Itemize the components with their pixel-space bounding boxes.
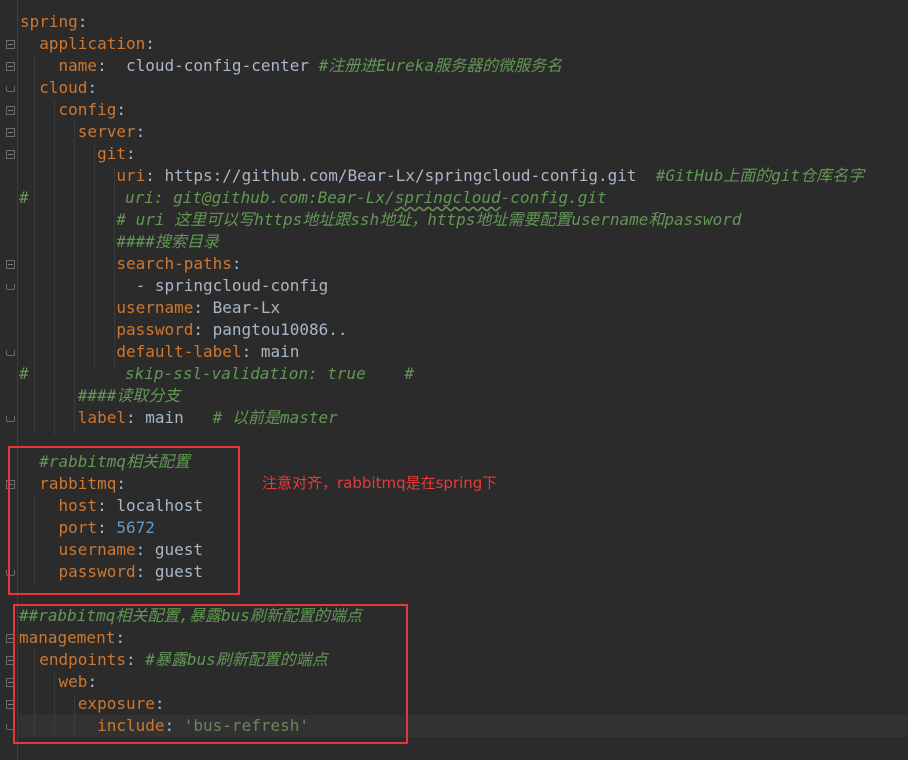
- yaml-value: cloud-config-center: [125, 56, 309, 75]
- code-line[interactable]: label: main # 以前是master: [20, 407, 338, 429]
- yaml-comment: skip-ssl-validation: true #: [124, 364, 414, 383]
- yaml-value: - springcloud-config: [135, 276, 329, 295]
- comment-marker: #: [19, 188, 29, 207]
- fold-toggle-icon[interactable]: [6, 106, 15, 115]
- yaml-key: uri: [116, 166, 146, 185]
- yaml-key: application: [39, 34, 146, 53]
- yaml-value: https://github.com/Bear-Lx/springcloud-c…: [164, 166, 637, 185]
- management-highlight-box: [13, 604, 408, 744]
- yaml-key: username: [116, 298, 194, 317]
- code-line[interactable]: config:: [20, 99, 126, 121]
- annotation-note: 注意对齐，rabbitmq是在spring下: [262, 474, 498, 492]
- code-line[interactable]: application:: [20, 33, 155, 55]
- spelling-warning: springcloud: [394, 188, 501, 207]
- rabbitmq-highlight-box: [8, 446, 240, 595]
- code-line[interactable]: search-paths:: [20, 253, 241, 275]
- fold-toggle-icon[interactable]: [6, 260, 15, 269]
- code-line[interactable]: cloud:: [20, 77, 97, 99]
- code-line[interactable]: ####读取分支: [20, 385, 181, 407]
- comment-marker: #: [19, 364, 29, 383]
- yaml-key: password: [116, 320, 194, 339]
- yaml-key: git: [97, 144, 126, 163]
- fold-toggle-icon[interactable]: [6, 128, 15, 137]
- fold-end-icon: [6, 284, 15, 290]
- yaml-comment: ####读取分支: [77, 386, 181, 405]
- yaml-value: main: [260, 342, 300, 361]
- yaml-key: label: [77, 408, 126, 427]
- fold-toggle-icon[interactable]: [6, 40, 15, 49]
- yaml-key: cloud: [39, 78, 88, 97]
- yaml-key: search-paths: [116, 254, 232, 273]
- code-line[interactable]: # uri: git@github.com:Bear-Lx/springclou…: [19, 187, 607, 209]
- code-line[interactable]: server:: [20, 121, 145, 143]
- yaml-key: name: [58, 56, 98, 75]
- code-line[interactable]: name: cloud-config-center #注册进Eureka服务器的…: [20, 55, 563, 77]
- code-line[interactable]: # uri 这里可以写https地址跟ssh地址，https地址需要配置user…: [20, 209, 741, 231]
- fold-toggle-icon[interactable]: [6, 62, 15, 71]
- code-line[interactable]: spring:: [20, 11, 87, 33]
- yaml-key: server: [77, 122, 136, 141]
- yaml-comment: #注册进Eureka服务器的微服务名: [318, 56, 563, 75]
- yaml-comment: # uri 这里可以写https地址跟ssh地址，https地址需要配置user…: [116, 210, 742, 229]
- fold-end-icon: [6, 350, 15, 356]
- code-line[interactable]: username: Bear-Lx: [20, 297, 280, 319]
- yaml-value: main: [145, 408, 184, 427]
- yaml-comment: #GitHub上面的git仓库名字: [655, 166, 865, 185]
- fold-toggle-icon[interactable]: [6, 150, 15, 159]
- yaml-key: config: [58, 100, 117, 119]
- yaml-key: spring: [20, 12, 78, 31]
- yaml-comment: -config.git: [500, 188, 607, 207]
- code-line[interactable]: ####搜索目录: [20, 231, 219, 253]
- yaml-value: pangtou10086..: [212, 320, 348, 339]
- code-line[interactable]: git:: [20, 143, 136, 165]
- fold-end-icon: [6, 86, 15, 92]
- yaml-comment: ####搜索目录: [116, 232, 219, 251]
- code-line[interactable]: uri: https://github.com/Bear-Lx/springcl…: [20, 165, 864, 187]
- code-line[interactable]: - springcloud-config: [20, 275, 329, 297]
- yaml-comment: # 以前是master: [212, 408, 338, 427]
- code-line[interactable]: default-label: main: [20, 341, 299, 363]
- code-editor[interactable]: spring: application: name: cloud-config-…: [0, 0, 908, 760]
- yaml-value: Bear-Lx: [212, 298, 281, 317]
- code-line[interactable]: password: pangtou10086..: [20, 319, 348, 341]
- code-line[interactable]: # skip-ssl-validation: true #: [19, 363, 414, 385]
- yaml-comment: uri: git@github.com:Bear-Lx/: [124, 188, 395, 207]
- fold-end-icon: [6, 416, 15, 422]
- yaml-key: default-label: [116, 342, 242, 361]
